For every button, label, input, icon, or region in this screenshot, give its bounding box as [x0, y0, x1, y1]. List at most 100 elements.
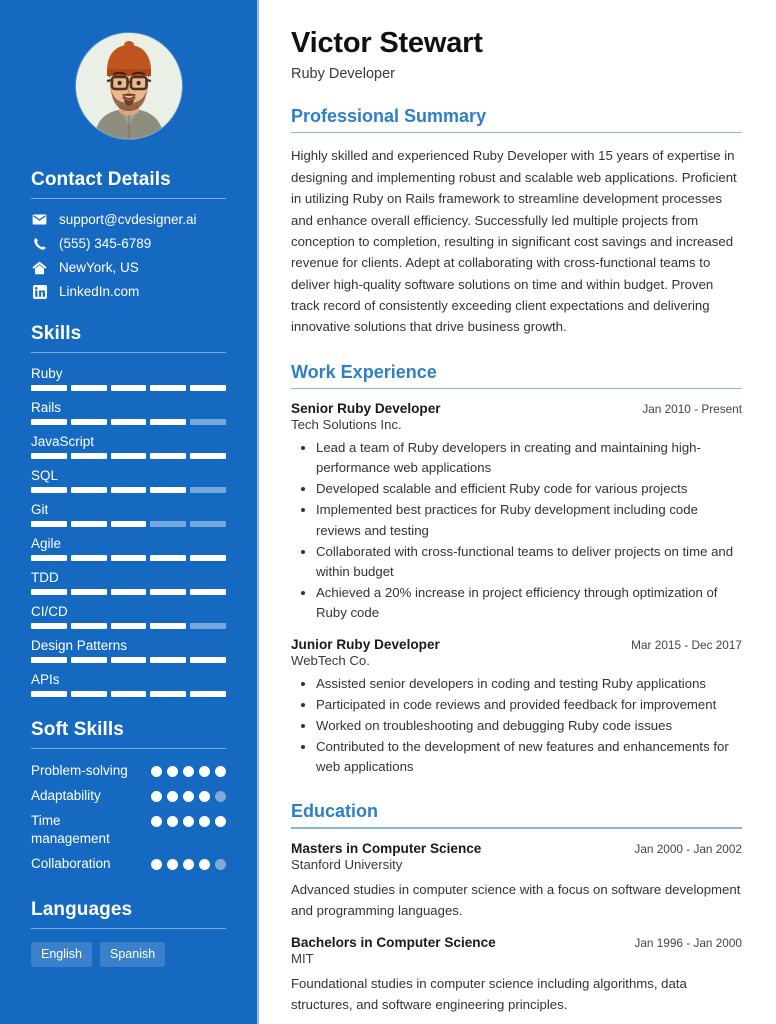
- main-content: Victor Stewart Ruby Developer Profession…: [259, 0, 776, 1024]
- skill-level-bar: [31, 453, 226, 459]
- skill-item: TDD: [31, 570, 226, 595]
- skill-level-bar: [31, 657, 226, 663]
- professional-summary-heading: Professional Summary: [291, 105, 487, 126]
- skill-segment: [31, 487, 67, 493]
- skill-segment: [110, 521, 147, 527]
- education-list: Masters in Computer Science Jan 2000 - Ja…: [291, 841, 742, 1016]
- skill-item: Agile: [31, 536, 226, 561]
- skill-segment: [150, 555, 187, 561]
- rating-dot: [183, 815, 194, 827]
- experience-entry-header: Senior Ruby Developer Jan 2010 - Present: [291, 401, 742, 416]
- education-section: Education Masters in Computer Science Jan…: [291, 801, 742, 1016]
- skills-divider: [31, 352, 226, 353]
- skill-level-bar: [31, 385, 226, 391]
- education-divider: [291, 827, 742, 829]
- rating-dot: [151, 790, 162, 802]
- skill-level-bar: [31, 521, 226, 527]
- job-title: Ruby Developer: [291, 65, 395, 82]
- soft-skill-item: Collaboration: [31, 855, 226, 873]
- soft-skill-item: Problem-solving: [31, 762, 226, 780]
- skill-segment: [70, 623, 107, 629]
- skill-segment: [190, 453, 226, 459]
- skill-segment: [70, 521, 107, 527]
- rating-dot: [183, 858, 194, 870]
- education-entry: Bachelors in Computer Science Jan 1996 - …: [291, 935, 742, 1016]
- skill-segment: [31, 453, 67, 459]
- skill-segment: [70, 487, 107, 493]
- rating-dot: [167, 790, 178, 802]
- skill-segment: [190, 657, 226, 663]
- experience-bullet: Collaborated with cross-functional teams…: [316, 542, 742, 582]
- contact-phone-text: (555) 345-6789: [59, 236, 152, 251]
- contact-item-phone[interactable]: (555) 345-6789: [31, 236, 226, 251]
- language-badge[interactable]: Spanish: [100, 941, 166, 967]
- contact-details-section: Contact Details support@cvdesigner.ai (5…: [0, 169, 257, 299]
- skill-segment: [150, 487, 187, 493]
- skill-segment: [110, 419, 147, 425]
- education-entry-header: Masters in Computer Science Jan 2000 - Ja…: [291, 841, 742, 856]
- envelope-icon: [31, 214, 48, 225]
- education-heading: Education: [291, 801, 379, 822]
- languages-heading: Languages: [31, 898, 133, 920]
- soft-skill-rating: [151, 812, 226, 827]
- skill-segment: [31, 657, 67, 663]
- rating-dot: [151, 858, 162, 870]
- skill-segment: [110, 555, 147, 561]
- languages-section: Languages English Spanish: [0, 899, 257, 967]
- contact-item-linkedin[interactable]: LinkedIn.com: [31, 284, 226, 299]
- skill-segment: [70, 555, 107, 561]
- soft-skill-label: Adaptability: [31, 787, 101, 803]
- soft-skills-divider: [31, 748, 226, 749]
- soft-skill-item: Time management: [31, 812, 226, 848]
- skill-segment: [190, 521, 226, 527]
- experience-bullet: Worked on troubleshooting and debugging …: [316, 716, 742, 736]
- soft-skill-item: Adaptability: [31, 787, 226, 805]
- phone-icon: [31, 237, 48, 251]
- experience-job-title: Junior Ruby Developer: [291, 636, 440, 652]
- experience-date-range: Jan 2010 - Present: [642, 402, 742, 417]
- skill-segment: [150, 691, 187, 697]
- soft-skill-label: Problem-solving: [31, 763, 128, 778]
- skill-item: Git: [31, 502, 226, 527]
- skill-segment: [190, 555, 226, 561]
- contact-linkedin-text: LinkedIn.com: [59, 284, 140, 299]
- experience-bullet: Lead a team of Ruby developers in creati…: [316, 438, 742, 478]
- skill-label: JavaScript: [31, 434, 95, 449]
- education-institution: MIT: [291, 951, 314, 967]
- skill-label: TDD: [31, 570, 59, 585]
- soft-skill-rating: [151, 787, 226, 802]
- work-experience-section: Work Experience Senior Ruby Developer Jan…: [291, 362, 742, 777]
- education-degree: Masters in Computer Science: [291, 840, 482, 856]
- languages-divider: [31, 927, 226, 929]
- education-date-range: Jan 2000 - Jan 2002: [634, 841, 742, 856]
- skill-segment: [31, 419, 67, 425]
- sidebar: Contact Details support@cvdesigner.ai (5…: [0, 0, 259, 1024]
- soft-skill-rating: [151, 855, 226, 870]
- language-badge[interactable]: English: [31, 941, 92, 967]
- skill-label: Rails: [31, 400, 62, 415]
- skill-segment: [190, 487, 226, 493]
- skill-segment: [70, 691, 107, 697]
- skill-label: SQL: [31, 468, 59, 483]
- experience-date-range: Mar 2015 - Dec 2017: [631, 637, 742, 652]
- skill-item: APIs: [31, 672, 226, 697]
- experience-entry: Junior Ruby Developer Mar 2015 - Dec 2017…: [291, 637, 742, 777]
- profile-photo: [75, 33, 182, 139]
- rating-dot: [183, 766, 194, 777]
- soft-skills-heading: Soft Skills: [31, 719, 124, 740]
- experience-bullet: Assisted senior developers in coding and…: [316, 674, 742, 694]
- contact-item-location[interactable]: NewYork, US: [31, 260, 226, 275]
- skill-segment: [150, 589, 187, 595]
- skills-heading: Skills: [31, 323, 82, 344]
- skill-segment: [190, 623, 226, 629]
- skill-level-bar: [31, 691, 226, 697]
- contact-details-divider: [31, 198, 226, 199]
- skill-label: Agile: [31, 536, 62, 551]
- rating-dot: [151, 766, 162, 777]
- education-degree: Bachelors in Computer Science: [291, 935, 496, 951]
- work-experience-heading: Work Experience: [291, 361, 437, 382]
- rating-dot: [199, 766, 210, 777]
- contact-item-email[interactable]: support@cvdesigner.ai: [31, 212, 226, 227]
- rating-dot: [167, 766, 178, 777]
- experience-company: WebTech Co.: [291, 652, 370, 668]
